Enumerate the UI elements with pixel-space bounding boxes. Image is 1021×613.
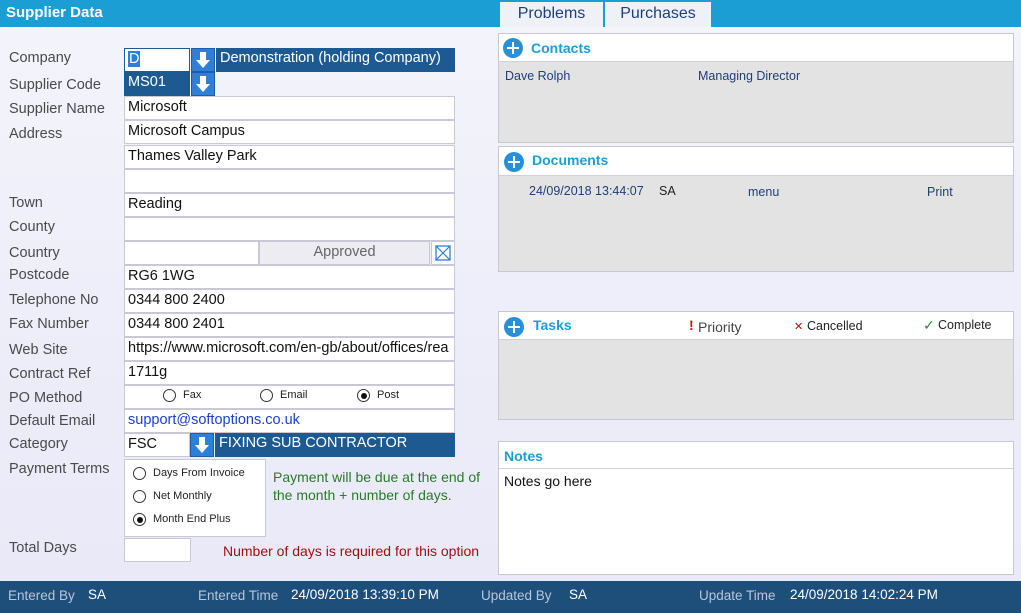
payment-days-from-invoice-radio[interactable] — [133, 467, 146, 480]
country-label: Country — [9, 245, 60, 261]
approved-label: Approved — [259, 241, 430, 265]
town-input[interactable]: Reading — [124, 193, 455, 217]
company-description: Demonstration (holding Company) — [216, 48, 455, 72]
postcode-input[interactable]: RG6 1WG — [124, 265, 455, 289]
document-print-link[interactable]: Print — [927, 185, 953, 199]
page-title: Supplier Data — [6, 4, 103, 21]
category-dropdown-button[interactable] — [190, 433, 214, 457]
entered-time-value: 24/09/2018 13:39:10 PM — [291, 587, 439, 602]
cancelled-icon: ✕ — [794, 321, 804, 333]
tasks-header — [499, 312, 1013, 340]
entered-time-label: Entered Time — [198, 588, 279, 603]
notes-panel: Notes Notes go here — [498, 441, 1014, 575]
address-line3-input[interactable] — [124, 169, 455, 193]
category-label: Category — [9, 436, 68, 452]
tab-problems[interactable]: Problems — [500, 2, 603, 27]
county-label: County — [9, 219, 55, 235]
entered-by-value: SA — [88, 587, 107, 602]
supplier-code-dropdown-button[interactable] — [191, 72, 215, 96]
address-line1-input[interactable]: Microsoft Campus — [124, 120, 455, 144]
notes-title: Notes — [504, 448, 543, 464]
contacts-title: Contacts — [531, 40, 591, 56]
contact-name[interactable]: Dave Rolph — [505, 69, 570, 83]
fax-label: Fax Number — [9, 316, 89, 332]
contract-ref-input[interactable]: 1711g — [124, 361, 455, 385]
telephone-label: Telephone No — [9, 292, 99, 308]
entered-by-label: Entered By — [8, 588, 75, 603]
company-code-value: D — [128, 51, 141, 67]
tasks-panel: Tasks ! Priority ✕ Cancelled ✓ Complete — [498, 311, 1014, 420]
tasks-title: Tasks — [533, 317, 572, 333]
po-method-fax-radio[interactable] — [163, 389, 176, 402]
update-time-value: 24/09/2018 14:02:24 PM — [790, 587, 938, 602]
company-dropdown-button[interactable] — [191, 48, 215, 72]
county-input[interactable] — [124, 217, 455, 241]
contact-role[interactable]: Managing Director — [698, 69, 800, 83]
documents-panel: Documents 24/09/2018 13:44:07 SA menu Pr… — [498, 146, 1014, 272]
payment-month-end-plus-radio[interactable] — [133, 513, 146, 526]
town-label: Town — [9, 195, 43, 211]
supplier-code-input[interactable]: MS01 — [124, 72, 190, 96]
updated-by-label: Updated By — [481, 588, 552, 603]
notes-header — [499, 442, 1013, 469]
payment-month-end-plus-label: Month End Plus — [153, 513, 231, 525]
arrow-down-icon — [196, 52, 210, 68]
postcode-label: Postcode — [9, 267, 70, 283]
arrow-down-icon — [196, 76, 210, 92]
category-description: FIXING SUB CONTRACTOR — [215, 433, 455, 457]
default-email-input[interactable]: support@softoptions.co.uk — [124, 409, 455, 433]
add-document-icon[interactable] — [504, 152, 524, 172]
country-input[interactable] — [124, 241, 259, 265]
payment-days-from-invoice-label: Days From Invoice — [153, 467, 245, 479]
total-days-warning: Number of days is required for this opti… — [223, 543, 480, 559]
supplier-name-input[interactable]: Microsoft — [124, 96, 455, 120]
company-code-input[interactable]: D — [124, 48, 190, 72]
supplier-name-label: Supplier Name — [9, 101, 105, 117]
fax-input[interactable]: 0344 800 2401 — [124, 313, 455, 337]
po-method-post-radio[interactable] — [357, 389, 370, 402]
tasks-complete-filter[interactable]: Complete — [938, 318, 992, 332]
payment-net-monthly-radio[interactable] — [133, 490, 146, 503]
priority-icon: ! — [689, 317, 694, 333]
add-contact-icon[interactable] — [503, 38, 523, 58]
total-days-label: Total Days — [9, 540, 77, 556]
po-method-post-label: Post — [377, 389, 400, 401]
total-days-input[interactable] — [124, 538, 191, 562]
tasks-priority-filter[interactable]: Priority — [698, 319, 742, 335]
payment-terms-hint: Payment will be due at the end of the mo… — [273, 469, 481, 503]
contacts-panel: Contacts Dave Rolph Managing Director — [498, 33, 1014, 143]
company-label: Company — [9, 50, 72, 66]
po-method-label: PO Method — [9, 390, 83, 406]
checkbox-cross-icon — [435, 245, 451, 261]
website-label: Web Site — [9, 342, 68, 358]
complete-check-icon: ✓ — [923, 317, 935, 333]
address-label: Address — [9, 126, 63, 142]
document-date: 24/09/2018 13:44:07 — [529, 184, 644, 198]
supplier-code-label: Supplier Code — [9, 77, 101, 93]
payment-net-monthly-label: Net Monthly — [153, 490, 212, 502]
tasks-cancelled-filter[interactable]: Cancelled — [807, 319, 863, 333]
arrow-down-icon — [195, 437, 209, 453]
document-user: SA — [659, 184, 676, 198]
po-method-fax-label: Fax — [183, 389, 202, 401]
default-email-label: Default Email — [9, 413, 96, 429]
telephone-input[interactable]: 0344 800 2400 — [124, 289, 455, 313]
po-method-email-label: Email — [280, 389, 308, 401]
approved-checkbox[interactable] — [431, 241, 455, 265]
payment-terms-label: Payment Terms — [9, 461, 110, 477]
address-line2-input[interactable]: Thames Valley Park — [124, 145, 455, 169]
document-menu-link[interactable]: menu — [748, 185, 779, 199]
tab-purchases[interactable]: Purchases — [605, 2, 711, 27]
website-input[interactable]: https://www.microsoft.com/en-gb/about/of… — [124, 337, 455, 361]
po-method-email-radio[interactable] — [260, 389, 273, 402]
update-time-label: Update Time — [699, 588, 776, 603]
updated-by-value: SA — [569, 587, 588, 602]
documents-title: Documents — [532, 152, 609, 168]
notes-textarea[interactable]: Notes go here — [504, 473, 592, 489]
category-code-input[interactable]: FSC — [124, 433, 190, 457]
contract-ref-label: Contract Ref — [9, 366, 91, 382]
add-task-icon[interactable] — [504, 317, 524, 337]
